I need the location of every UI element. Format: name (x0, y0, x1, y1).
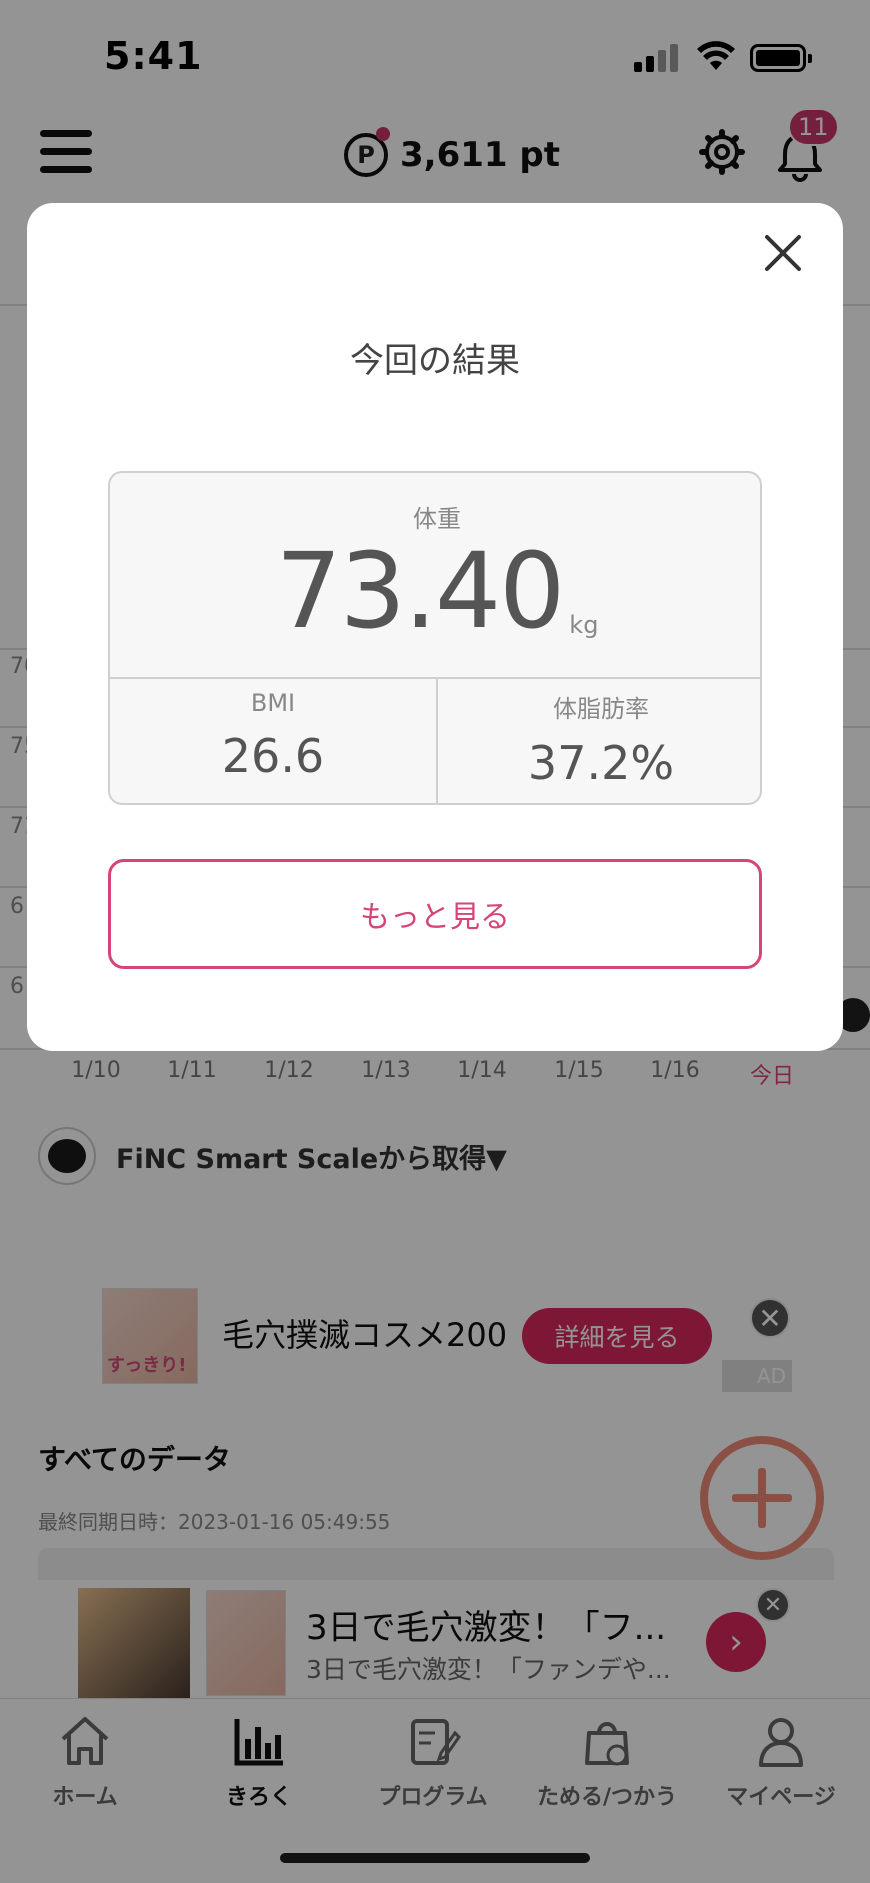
see-more-button[interactable]: もっと見る (108, 859, 762, 969)
body-fat-metric: 体脂肪率 37.2% (438, 689, 760, 790)
weight-label: 体重 (413, 505, 461, 533)
body-fat-label: 体脂肪率 (553, 695, 649, 723)
bmi-label: BMI (250, 689, 296, 717)
weight-value: 73.40 (275, 530, 566, 652)
result-modal: 今回の結果 体重 73.40 kg BMI 26.6 体脂肪率 37.2% もっ… (27, 203, 843, 1051)
weight-unit: kg (569, 611, 599, 639)
bmi-value: 26.6 (221, 729, 325, 783)
bmi-metric: BMI 26.6 (110, 689, 436, 783)
result-summary: 体重 73.40 kg BMI 26.6 体脂肪率 37.2% (108, 471, 762, 805)
modal-title: 今回の結果 (350, 341, 520, 381)
body-fat-value: 37.2% (527, 736, 675, 790)
home-indicator (280, 1853, 590, 1863)
close-icon[interactable] (757, 227, 809, 279)
weight-reading: 73.40 kg (110, 530, 760, 652)
